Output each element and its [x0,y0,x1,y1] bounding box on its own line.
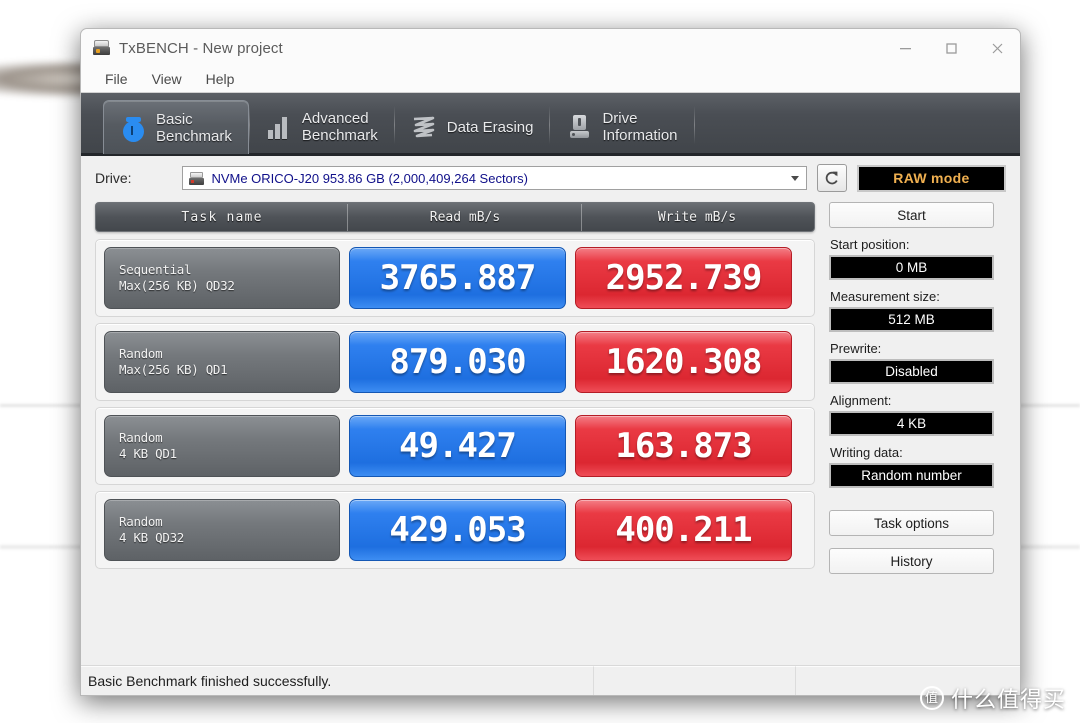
tab-advanced-benchmark-label: Advanced Benchmark [301,110,378,144]
task-name-line1: Random [119,346,163,361]
prewrite-field[interactable]: Disabled [829,359,994,384]
status-panel-2 [594,666,796,695]
task-name-cell[interactable]: Random 4 KB QD32 [104,499,340,561]
write-value: 1620.308 [575,331,792,393]
tab-drive-information-label: Drive Information [602,110,678,144]
task-name-line2: Max(256 KB) QD32 [119,278,235,293]
table-row: Random 4 KB QD32 429.053 400.211 [95,491,815,569]
measurement-size-field[interactable]: 512 MB [829,307,994,332]
column-header-read: Read mB/s [347,203,582,231]
task-name-cell[interactable]: Random Max(256 KB) QD1 [104,331,340,393]
drive-icon [189,171,205,185]
table-row: Sequential Max(256 KB) QD32 3765.887 295… [95,239,815,317]
tab-basic-benchmark[interactable]: Basic Benchmark [103,100,249,154]
statusbar: Basic Benchmark finished successfully. [81,665,1020,695]
menubar: File View Help [81,67,1020,93]
window-controls [882,29,1020,67]
chevron-down-icon [791,175,800,181]
column-header-write: Write mB/s [581,203,812,231]
watermark-text: 什么值得买 [950,688,1066,713]
results-rows: Sequential Max(256 KB) QD32 3765.887 295… [95,239,815,569]
window-titlebar[interactable]: TxBENCH - New project [81,29,1020,67]
write-value: 2952.739 [575,247,792,309]
column-header-task-name: Task name [181,209,263,225]
table-row: Random Max(256 KB) QD1 879.030 1620.308 [95,323,815,401]
app-drive-icon [93,40,110,56]
alignment-field[interactable]: 4 KB [829,411,994,436]
tab-divider [693,106,695,144]
results-pane: Task name Read mB/s Write mB/s Sequentia… [95,200,815,665]
txbench-window: TxBENCH - New project File View Help Bas… [80,28,1021,696]
read-value: 429.053 [349,499,566,561]
task-options-button[interactable]: Task options [829,510,994,536]
read-value: 3765.887 [349,247,566,309]
maximize-icon[interactable] [928,29,974,67]
write-value: 163.873 [575,415,792,477]
options-pane: Start Start position: 0 MB Measurement s… [829,200,994,665]
table-row: Random 4 KB QD1 49.427 163.873 [95,407,815,485]
tab-drive-information[interactable]: Drive Information [550,100,693,154]
stopwatch-icon [120,114,147,142]
start-position-field[interactable]: 0 MB [829,255,994,280]
tab-basic-benchmark-label: Basic Benchmark [156,110,232,145]
measurement-size-label: Measurement size: [830,289,940,304]
writing-data-field[interactable]: Random number [829,463,994,488]
results-header: Task name Read mB/s Write mB/s [95,202,815,232]
benchmark-body: Task name Read mB/s Write mB/s Sequentia… [81,200,1020,665]
drive-info-icon [566,113,593,141]
read-value: 879.030 [349,331,566,393]
task-name-line1: Random [119,430,163,445]
menu-item-help[interactable]: Help [195,69,246,90]
erase-scribble-icon [411,113,438,141]
close-icon[interactable] [974,29,1020,67]
prewrite-label: Prewrite: [830,341,882,356]
task-name-line2: 4 KB QD32 [119,530,185,545]
history-button[interactable]: History [829,548,994,574]
start-position-label: Start position: [830,237,910,252]
task-name-line2: Max(256 KB) QD1 [119,362,228,377]
tab-strip: Basic Benchmark Advanced Benchmark Data … [81,93,1020,156]
drive-label: Drive: [95,170,132,186]
menu-item-file[interactable]: File [94,69,139,90]
refresh-button[interactable] [817,164,847,192]
writing-data-label: Writing data: [830,445,903,460]
watermark: 值 什么值得买 [919,682,1066,714]
start-button[interactable]: Start [829,202,994,228]
task-name-cell[interactable]: Random 4 KB QD1 [104,415,340,477]
menu-item-view[interactable]: View [141,69,193,90]
alignment-label: Alignment: [830,393,892,408]
write-value: 400.211 [575,499,792,561]
bar-chart-icon [266,113,293,141]
minimize-icon[interactable] [882,29,928,67]
watermark-logo: 值 [919,686,944,710]
drive-select[interactable]: NVMe ORICO-J20 953.86 GB (2,000,409,264 … [182,166,808,190]
refresh-icon [825,171,838,185]
tab-advanced-benchmark[interactable]: Advanced Benchmark [250,100,394,154]
task-name-line1: Random [119,514,163,529]
window-title: TxBENCH - New project [119,39,283,57]
task-name-cell[interactable]: Sequential Max(256 KB) QD32 [104,247,340,309]
tab-data-erasing-label: Data Erasing [446,118,534,136]
tab-data-erasing[interactable]: Data Erasing [395,100,550,154]
task-name-line1: Sequential [119,262,192,277]
status-message: Basic Benchmark finished successfully. [81,666,594,695]
drive-selection-row: Drive: NVMe ORICO-J20 953.86 GB (2,000,4… [81,156,1020,200]
raw-mode-button[interactable]: RAW mode [856,164,1006,192]
task-name-line2: 4 KB QD1 [119,446,177,461]
read-value: 49.427 [349,415,566,477]
drive-select-value: NVMe ORICO-J20 953.86 GB (2,000,409,264 … [211,170,528,186]
